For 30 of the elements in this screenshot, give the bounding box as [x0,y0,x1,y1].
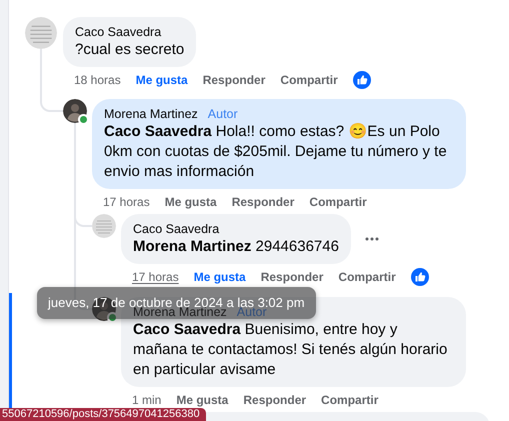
reply-button[interactable]: Responder [232,195,294,209]
reply-button[interactable]: Responder [243,393,306,407]
share-button[interactable]: Compartir [309,195,367,209]
avatar[interactable] [63,99,87,123]
share-button[interactable]: Compartir [280,73,338,87]
status-url: 55067210596/posts/3756497041256380 [0,408,206,421]
comment-text: ?cual es secreto [75,40,184,60]
timestamp-link[interactable]: 17 horas [132,270,179,284]
reply-button[interactable]: Responder [202,73,266,87]
timestamp-link[interactable]: 18 horas [74,73,121,87]
like-button[interactable]: Me gusta [164,195,217,209]
like-button[interactable]: Me gusta [176,393,228,407]
reply-button[interactable]: Responder [260,270,324,284]
comment-text: Morena Martinez 2944636746 [133,237,339,257]
comment-text: Caco Saavedra Buenisimo, entre hoy y mañana te contactamos! Si tenés algún horario en particular avisame [133,320,448,380]
like-icon[interactable] [352,71,371,89]
like-button[interactable]: Me gusta [194,270,246,284]
more-icon[interactable] [364,237,379,241]
author-name[interactable]: Caco Saavedra [75,24,162,40]
author-label: Autor [208,106,238,122]
share-button[interactable]: Compartir [338,270,396,284]
author-name[interactable]: Morena Martinez [104,106,198,122]
like-button[interactable]: Me gusta [136,73,188,87]
timestamp-link[interactable]: 17 horas [103,195,150,209]
author-name[interactable]: Caco Saavedra [133,221,220,237]
comment-text: Caco Saavedra Hola!! como estas? 😊Es un Polo 0km con cuotas de $205mil. Dejame tu número y te envio mas información [104,122,448,182]
share-button[interactable]: Compartir [321,393,378,407]
thread-line [40,49,63,112]
like-icon[interactable] [410,268,429,286]
timestamp-link[interactable]: 1 min [132,393,162,407]
